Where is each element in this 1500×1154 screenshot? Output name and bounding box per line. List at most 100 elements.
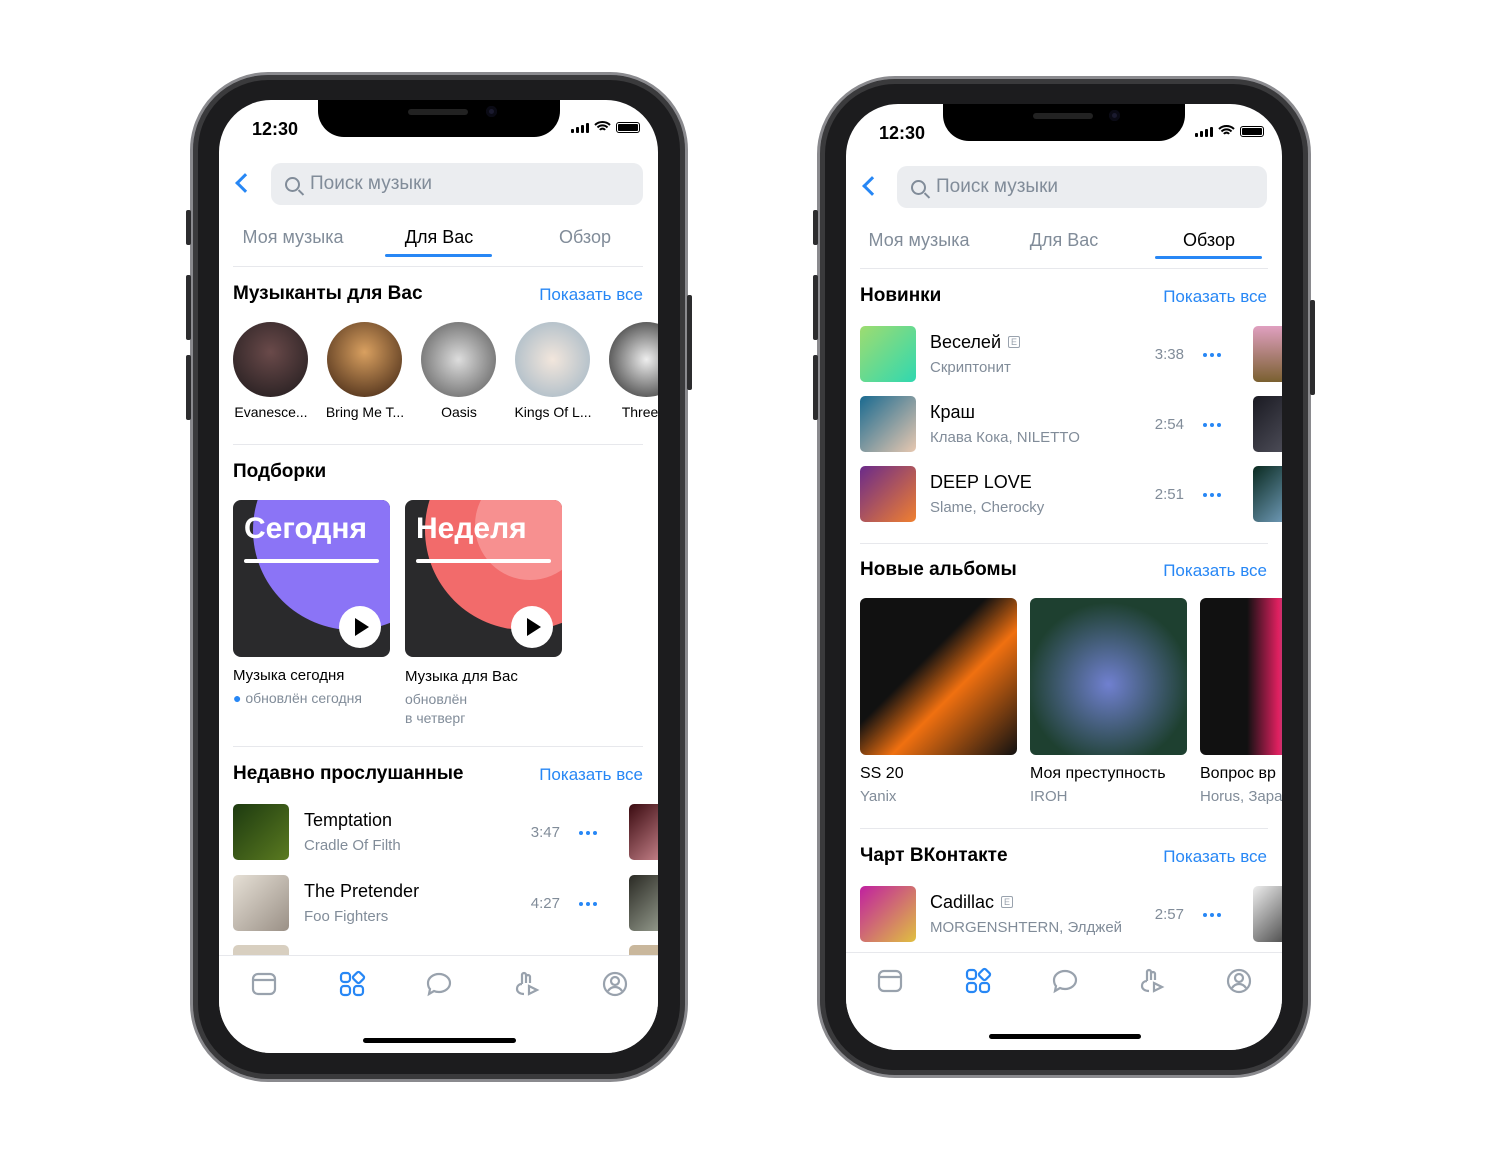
album-cover[interactable] — [1030, 598, 1187, 755]
section-title-playlists: Подборки — [233, 461, 327, 482]
divider — [233, 746, 643, 747]
track-artist: MORGENSHTERN, Элджей — [930, 919, 1123, 936]
track-title-text: Краш — [930, 402, 975, 422]
playlist-subtitle: ● обновлён сегодня — [233, 690, 362, 706]
artist-avatar[interactable] — [609, 322, 658, 397]
track-artist: Slame, Cherocky — [930, 499, 1045, 516]
show-all-artists[interactable]: Показать все — [539, 285, 643, 305]
track-duration: 2:51 — [1154, 486, 1184, 503]
artist-name[interactable]: Evanesce... — [226, 404, 316, 420]
profile-icon[interactable] — [601, 970, 629, 998]
album-thumb[interactable] — [629, 875, 658, 931]
more-icon[interactable] — [1203, 423, 1221, 427]
section-title-new: Новинки — [860, 285, 942, 306]
play-icon[interactable] — [511, 606, 553, 648]
album-cover[interactable] — [860, 598, 1017, 755]
more-icon[interactable] — [1203, 913, 1221, 917]
search-icon — [911, 179, 926, 195]
services-icon[interactable] — [964, 967, 992, 995]
playlist-card-today[interactable]: Сегодня — [233, 500, 390, 657]
more-icon[interactable] — [1203, 493, 1221, 497]
more-icon[interactable] — [579, 831, 597, 835]
show-all-chart[interactable]: Показать все — [1163, 847, 1267, 867]
more-icon[interactable] — [1203, 353, 1221, 357]
track-title-text: Cadillac — [930, 892, 995, 912]
album-title[interactable]: Моя преступность — [1030, 765, 1166, 783]
artist-name[interactable]: Kings Of L... — [508, 404, 598, 420]
album-thumb[interactable] — [860, 886, 916, 942]
tab-my-music[interactable]: Моя музыка — [242, 227, 343, 248]
search-icon — [285, 176, 300, 192]
tab-overview[interactable]: Обзор — [1183, 230, 1235, 251]
more-icon[interactable] — [579, 902, 597, 906]
tab-for-you[interactable]: Для Вас — [405, 227, 473, 248]
playlist-title: Музыка для Вас — [405, 668, 518, 685]
divider — [860, 828, 1268, 829]
active-tab-indicator — [385, 254, 492, 257]
section-title-artists: Музыканты для Вас — [233, 283, 423, 304]
show-all-new[interactable]: Показать все — [1163, 287, 1267, 307]
album-artist: Yanix — [860, 788, 897, 805]
playlist-subtitle-line2: в четверг — [405, 710, 466, 726]
album-thumb[interactable] — [233, 875, 289, 931]
playlist-card-week[interactable]: Неделя — [405, 500, 562, 657]
artist-name[interactable]: Oasis — [414, 404, 504, 420]
explicit-icon: E — [1008, 336, 1021, 348]
album-artist: Horus, Зара — [1200, 788, 1282, 805]
album-thumb[interactable] — [860, 466, 916, 522]
album-title[interactable]: SS 20 — [860, 765, 904, 783]
track-duration: 3:47 — [530, 824, 560, 841]
artist-avatar[interactable] — [515, 322, 590, 397]
news-icon[interactable] — [250, 970, 278, 998]
album-thumb[interactable] — [233, 804, 289, 860]
side-button — [813, 210, 818, 245]
artist-name[interactable]: Bring Me T... — [320, 404, 410, 420]
home-indicator[interactable] — [363, 1038, 516, 1043]
status-icons — [1195, 125, 1264, 137]
album-thumb[interactable] — [860, 396, 916, 452]
tab-my-music[interactable]: Моя музыка — [868, 230, 969, 251]
album-thumb[interactable] — [1253, 396, 1282, 452]
active-tab-indicator — [1155, 256, 1262, 259]
profile-icon[interactable] — [1225, 967, 1253, 995]
battery-icon — [616, 122, 640, 133]
clips-icon[interactable] — [513, 970, 541, 998]
album-thumb[interactable] — [860, 326, 916, 382]
track-title: Temptation — [304, 810, 392, 831]
track-artist: Скриптонит — [930, 359, 1011, 376]
search-input[interactable]: Поиск музыки — [271, 163, 643, 205]
album-thumb[interactable] — [629, 804, 658, 860]
album-thumb[interactable] — [1253, 886, 1282, 942]
messages-icon[interactable] — [1051, 967, 1079, 995]
track-title: Краш — [930, 402, 975, 423]
tab-overview[interactable]: Обзор — [559, 227, 611, 248]
home-indicator[interactable] — [989, 1034, 1141, 1039]
artist-name[interactable]: Three D — [602, 404, 658, 420]
artist-avatar[interactable] — [421, 322, 496, 397]
show-all-recent[interactable]: Показать все — [539, 765, 643, 785]
status-time: 12:30 — [879, 123, 926, 143]
tab-for-you[interactable]: Для Вас — [1030, 230, 1098, 251]
play-icon[interactable] — [339, 606, 381, 648]
show-all-albums[interactable]: Показать все — [1163, 561, 1267, 581]
artist-avatar[interactable] — [327, 322, 402, 397]
news-icon[interactable] — [876, 967, 904, 995]
back-chevron-icon[interactable] — [862, 176, 882, 196]
album-cover[interactable] — [1200, 598, 1282, 755]
back-chevron-icon[interactable] — [235, 173, 255, 193]
album-thumb[interactable] — [1253, 466, 1282, 522]
playlist-subtitle: обновлён — [405, 691, 468, 707]
clips-icon[interactable] — [1138, 967, 1166, 995]
album-thumb[interactable] — [1253, 326, 1282, 382]
divider — [233, 444, 643, 445]
search-placeholder: Поиск музыки — [936, 176, 1058, 197]
search-input[interactable]: Поиск музыки — [897, 166, 1267, 208]
album-title[interactable]: Вопрос вр — [1200, 765, 1276, 783]
services-icon[interactable] — [338, 970, 366, 998]
notch — [318, 100, 560, 137]
track-duration: 2:57 — [1154, 906, 1184, 923]
track-duration: 4:27 — [530, 895, 560, 912]
playlist-title: Музыка сегодня — [233, 667, 345, 684]
artist-avatar[interactable] — [233, 322, 308, 397]
messages-icon[interactable] — [425, 970, 453, 998]
